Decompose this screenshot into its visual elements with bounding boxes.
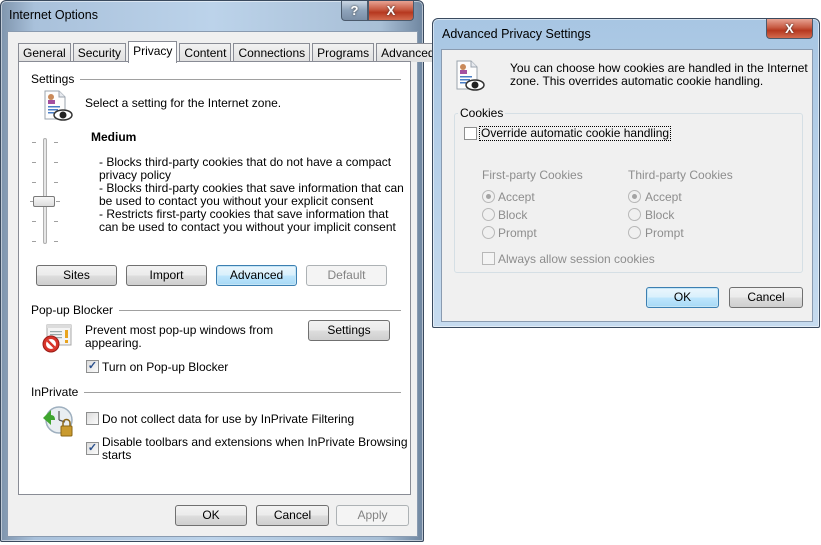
turn-on-popup-blocker-checkbox[interactable]: ✓ [86, 360, 99, 373]
slider-tick [32, 182, 36, 183]
sites-button[interactable]: Sites [36, 265, 117, 286]
tab-programs[interactable]: Programs [312, 43, 375, 62]
slider-tick [56, 201, 60, 202]
privacy-level-title: Medium [91, 130, 137, 144]
first-party-accept-radio[interactable] [482, 190, 495, 203]
slider-tick [54, 182, 58, 183]
slider-tick [54, 162, 58, 163]
slider-tick [32, 142, 36, 143]
zone-instruction: Select a setting for the Internet zone. [85, 96, 282, 110]
slider-tick [32, 221, 36, 222]
advanced-button[interactable]: Advanced [216, 265, 297, 286]
import-button-label: Import [149, 268, 184, 282]
cancel-label: Cancel [273, 508, 312, 522]
popup-description-line2: appearing. [85, 336, 142, 350]
close-button[interactable]: X [368, 1, 414, 21]
ok-label: OK [202, 508, 220, 522]
tab-strip: General Security Privacy Content Connect… [18, 40, 442, 63]
ok-button[interactable]: OK [175, 505, 247, 526]
first-party-accept-label[interactable]: Accept [498, 191, 535, 204]
override-automatic-label[interactable]: Override automatic cookie handling [478, 126, 672, 141]
first-party-header: First-party Cookies [482, 168, 583, 182]
tab-advanced[interactable]: Advanced [376, 43, 440, 62]
slider-tick [54, 221, 58, 222]
slider-tick [32, 162, 36, 163]
slider-track[interactable] [43, 138, 47, 244]
first-party-block-radio[interactable] [482, 208, 495, 221]
tab-security[interactable]: Security [72, 43, 127, 62]
window-title: Internet Options [9, 8, 98, 22]
tab-connections[interactable]: Connections [233, 43, 311, 62]
cancel-label: Cancel [747, 290, 785, 304]
popup-settings-label: Settings [327, 323, 371, 337]
popup-blocked-icon [41, 324, 73, 357]
settings-group-label: Settings [31, 72, 81, 86]
default-button[interactable]: Default [306, 265, 387, 286]
first-party-block-label[interactable]: Block [498, 209, 527, 222]
settings-divider [31, 79, 401, 80]
dialog-client: General Security Privacy Content Connect… [7, 31, 440, 537]
third-party-accept-label[interactable]: Accept [645, 191, 682, 204]
disable-toolbars-checkbox[interactable]: ✓ [86, 442, 99, 455]
sites-button-label: Sites [63, 268, 90, 282]
default-button-label: Default [327, 268, 366, 282]
tab-general[interactable]: General [18, 43, 71, 62]
advanced-privacy-settings-window: Advanced Privacy Settings X You can choo… [432, 18, 820, 328]
close-button[interactable]: X [766, 19, 813, 39]
cancel-button[interactable]: Cancel [729, 287, 803, 308]
close-icon: X [386, 3, 396, 18]
import-button[interactable]: Import [126, 265, 207, 286]
cancel-button[interactable]: Cancel [256, 505, 329, 526]
inprivate-clock-lock-icon [41, 404, 75, 441]
third-party-block-label[interactable]: Block [645, 209, 674, 222]
advanced-button-label: Advanced [229, 268, 284, 282]
slider-tick [54, 142, 58, 143]
first-party-prompt-radio[interactable] [482, 226, 495, 239]
always-allow-session-label[interactable]: Always allow session cookies [498, 253, 655, 266]
intro-line2: zone. This overrides automatic cookie ha… [510, 74, 764, 88]
third-party-prompt-radio[interactable] [628, 226, 641, 239]
privacy-tab-page: Settings Select a setting for the Intern… [18, 61, 411, 495]
help-button[interactable]: ? [341, 1, 368, 21]
popup-blocker-group-label: Pop-up Blocker [31, 303, 120, 317]
slider-tick [32, 241, 36, 242]
third-party-accept-radio[interactable] [628, 190, 641, 203]
disable-toolbars-label-line2[interactable]: starts [102, 449, 131, 462]
always-allow-session-checkbox[interactable] [482, 252, 495, 265]
third-party-prompt-label[interactable]: Prompt [645, 227, 684, 240]
first-party-prompt-label[interactable]: Prompt [498, 227, 537, 240]
description-line: can be used to contact you without your … [99, 220, 396, 234]
window-title: Advanced Privacy Settings [442, 27, 591, 41]
no-collect-inprivate-checkbox[interactable] [86, 412, 99, 425]
inprivate-group-label: InPrivate [31, 385, 85, 399]
disable-toolbars-label-line1[interactable]: Disable toolbars and extensions when InP… [102, 436, 408, 449]
tab-privacy[interactable]: Privacy [128, 41, 178, 63]
ok-button[interactable]: OK [646, 287, 719, 308]
apply-button[interactable]: Apply [336, 505, 409, 526]
override-automatic-checkbox[interactable] [464, 127, 477, 140]
third-party-header: Third-party Cookies [628, 168, 733, 182]
inprivate-divider [31, 392, 401, 393]
dialog-client: You can choose how cookies are handled i… [441, 49, 813, 322]
no-collect-inprivate-label[interactable]: Do not collect data for use by InPrivate… [102, 413, 354, 426]
close-icon: X [785, 21, 794, 36]
internet-options-window: Internet Options ? X General Security Pr… [0, 0, 440, 542]
turn-on-popup-blocker-label[interactable]: Turn on Pop-up Blocker [102, 361, 228, 374]
privacy-document-icon [43, 90, 73, 125]
third-party-block-radio[interactable] [628, 208, 641, 221]
cookies-group-label: Cookies [458, 106, 506, 120]
popup-settings-button[interactable]: Settings [308, 320, 390, 341]
privacy-document-icon [455, 60, 485, 95]
help-icon: ? [350, 3, 359, 18]
ok-label: OK [673, 290, 692, 304]
slider-thumb[interactable] [33, 196, 55, 207]
slider-tick [54, 241, 58, 242]
tab-content[interactable]: Content [179, 43, 232, 62]
apply-label: Apply [357, 508, 388, 522]
